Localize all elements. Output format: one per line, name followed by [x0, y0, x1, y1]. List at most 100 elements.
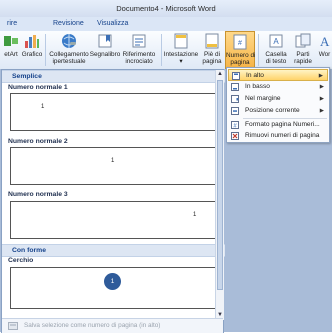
collegamento-label-line1: Collegamento: [49, 51, 89, 58]
remove-numbers-icon: [231, 132, 239, 140]
quick-parts-icon: [295, 33, 311, 48]
svg-text:A: A: [273, 37, 279, 46]
bookmark-icon: [98, 34, 112, 48]
page-number-sample: 1: [193, 212, 197, 218]
gallery-item-title: Cerchio: [8, 257, 34, 264]
intestazione-button[interactable]: Intestazione ▾: [163, 31, 199, 69]
numero-di-pagina-button[interactable]: # Numero di pagina: [225, 31, 255, 69]
page-number-icon: #: [233, 34, 247, 50]
svg-text:#: #: [238, 40, 242, 47]
page-number-sample: 1: [111, 158, 115, 164]
numero-label-line2: pagina: [230, 59, 250, 66]
riferimento-label-line2: incrociato: [125, 58, 153, 65]
riferimento-label: Riferimento incrociato: [121, 51, 157, 65]
gallery-item-cerchio[interactable]: 1: [10, 267, 216, 309]
pie-label: Piè di pagina: [200, 51, 224, 65]
current-position-icon: [231, 107, 239, 115]
intestazione-label: Intestazione ▾: [163, 51, 199, 65]
segnalibro-label: Segnalibro: [89, 51, 121, 58]
menu-item-posizione-corrente[interactable]: Posizione corrente ▶: [228, 105, 328, 117]
grafico-label: Grafico: [21, 51, 43, 58]
collegamento-label: Collegamento ipertestuale: [48, 51, 90, 65]
numero-label-line1: Numero di: [226, 52, 256, 59]
gallery-item-title: Numero normale 2: [8, 138, 68, 145]
gallery-scrollbar[interactable]: ▲ ▼: [215, 70, 224, 320]
ribbon-separator: [45, 34, 46, 66]
menu-item-label: Rimuovi numeri di pagina: [245, 132, 320, 139]
riferimento-label-line1: Riferimento: [122, 51, 156, 58]
tab-inserisci[interactable]: rire: [2, 17, 22, 31]
numero-label: Numero di pagina: [226, 52, 256, 66]
pie-di-pagina-button[interactable]: Piè di pagina: [200, 31, 224, 69]
dropdown-arrow-icon: ▾: [179, 58, 183, 65]
menu-item-rimuovi-numeri[interactable]: Rimuovi numeri di pagina: [228, 130, 328, 142]
ribbon: etArt Grafico Collegamento ipertestuale …: [0, 31, 332, 70]
ribbon-separator: [258, 34, 259, 66]
wordart-label: Wor: [318, 51, 331, 58]
page-number-gallery: Semplice Numero normale 1 1 Numero norma…: [1, 69, 225, 333]
gallery-item-numero-normale-2[interactable]: 1: [10, 147, 216, 185]
menu-item-label: Nel margine: [245, 95, 281, 102]
gallery-item-title: Numero normale 3: [8, 191, 68, 198]
casella-label-line2: di testo: [265, 58, 287, 65]
tab-revisione[interactable]: Revisione: [48, 17, 89, 31]
submenu-arrow-icon: ▶: [319, 84, 324, 90]
cross-reference-icon: [132, 34, 146, 48]
section-header-semplice: Semplice: [2, 70, 225, 83]
casella-label: Casella di testo: [262, 51, 290, 65]
save-selection-button[interactable]: Salva selezione come numero di pagina (i…: [24, 319, 160, 333]
tab-visualizza[interactable]: Visualizza: [92, 17, 133, 31]
menu-item-label: Posizione corrente: [245, 107, 300, 114]
ribbon-tabs: rire Revisione Visualizza: [0, 17, 332, 32]
pie-label-line1: Piè di: [204, 51, 220, 58]
page-margin-icon: [231, 95, 239, 103]
title-bar: Documento4 - Microsoft Word: [0, 0, 332, 17]
submenu-arrow-icon: ▶: [319, 108, 324, 114]
page-number-submenu: In alto ▶ In basso ▶ Nel margine ▶ Posiz…: [226, 67, 330, 143]
pie-label-line2: pagina: [202, 58, 222, 65]
menu-item-nel-margine[interactable]: Nel margine ▶: [228, 93, 328, 105]
svg-text:A: A: [320, 34, 330, 49]
collegamento-ipertestuale-button[interactable]: Collegamento ipertestuale: [48, 31, 90, 69]
menu-item-label: In basso: [245, 83, 270, 90]
smartart-icon: [4, 36, 18, 46]
smartart-label: etArt: [4, 51, 18, 58]
collegamento-label-line2: ipertestuale: [52, 58, 86, 65]
casella-di-testo-button[interactable]: A Casella di testo: [262, 31, 290, 69]
parti-label-line1: Parti: [296, 51, 310, 58]
submenu-arrow-icon: ▶: [319, 96, 324, 102]
gallery-footer: Salva selezione come numero di pagina (i…: [2, 318, 223, 333]
chart-icon: [25, 35, 39, 48]
hyperlink-globe-icon: [62, 34, 76, 48]
footer-icon: [205, 33, 219, 49]
wordart-button[interactable]: A Wor: [317, 31, 332, 69]
page-number-sample: 1: [41, 104, 45, 110]
header-icon: [174, 33, 188, 49]
segnalibro-button[interactable]: Segnalibro: [88, 31, 122, 69]
menu-item-in-basso[interactable]: In basso ▶: [228, 81, 328, 93]
format-numbers-icon: #: [231, 121, 239, 129]
parti-label: Parti rapide: [290, 51, 316, 65]
casella-label-line1: Casella: [265, 51, 287, 58]
parti-label-line2: rapide: [294, 58, 312, 65]
grafico-button[interactable]: Grafico: [21, 31, 43, 69]
gallery-item-title: Numero normale 1: [8, 84, 68, 91]
gallery-item-numero-normale-1[interactable]: 1: [10, 93, 216, 131]
textbox-icon: A: [269, 34, 283, 48]
save-selection-icon: [8, 322, 18, 330]
gallery-item-numero-normale-3[interactable]: 1: [10, 201, 216, 239]
section-header-con-forme: Con forme: [2, 244, 225, 257]
page-top-icon: [232, 72, 240, 80]
menu-item-in-alto[interactable]: In alto ▶: [228, 69, 328, 81]
wordart-icon: A: [320, 34, 330, 49]
smartart-button[interactable]: etArt: [0, 31, 22, 69]
window-title: Documento4 - Microsoft Word: [116, 4, 216, 13]
intestazione-label-line1: Intestazione: [163, 51, 199, 58]
parti-rapide-button[interactable]: Parti rapide: [290, 31, 316, 69]
riferimento-incrociato-button[interactable]: Riferimento incrociato: [121, 31, 157, 69]
ribbon-separator: [161, 34, 162, 66]
page-bottom-icon: [231, 83, 239, 91]
circle-page-number-shape: 1: [104, 273, 121, 290]
scroll-up-arrow-icon[interactable]: ▲: [216, 70, 224, 78]
scrollbar-thumb[interactable]: [217, 80, 223, 290]
